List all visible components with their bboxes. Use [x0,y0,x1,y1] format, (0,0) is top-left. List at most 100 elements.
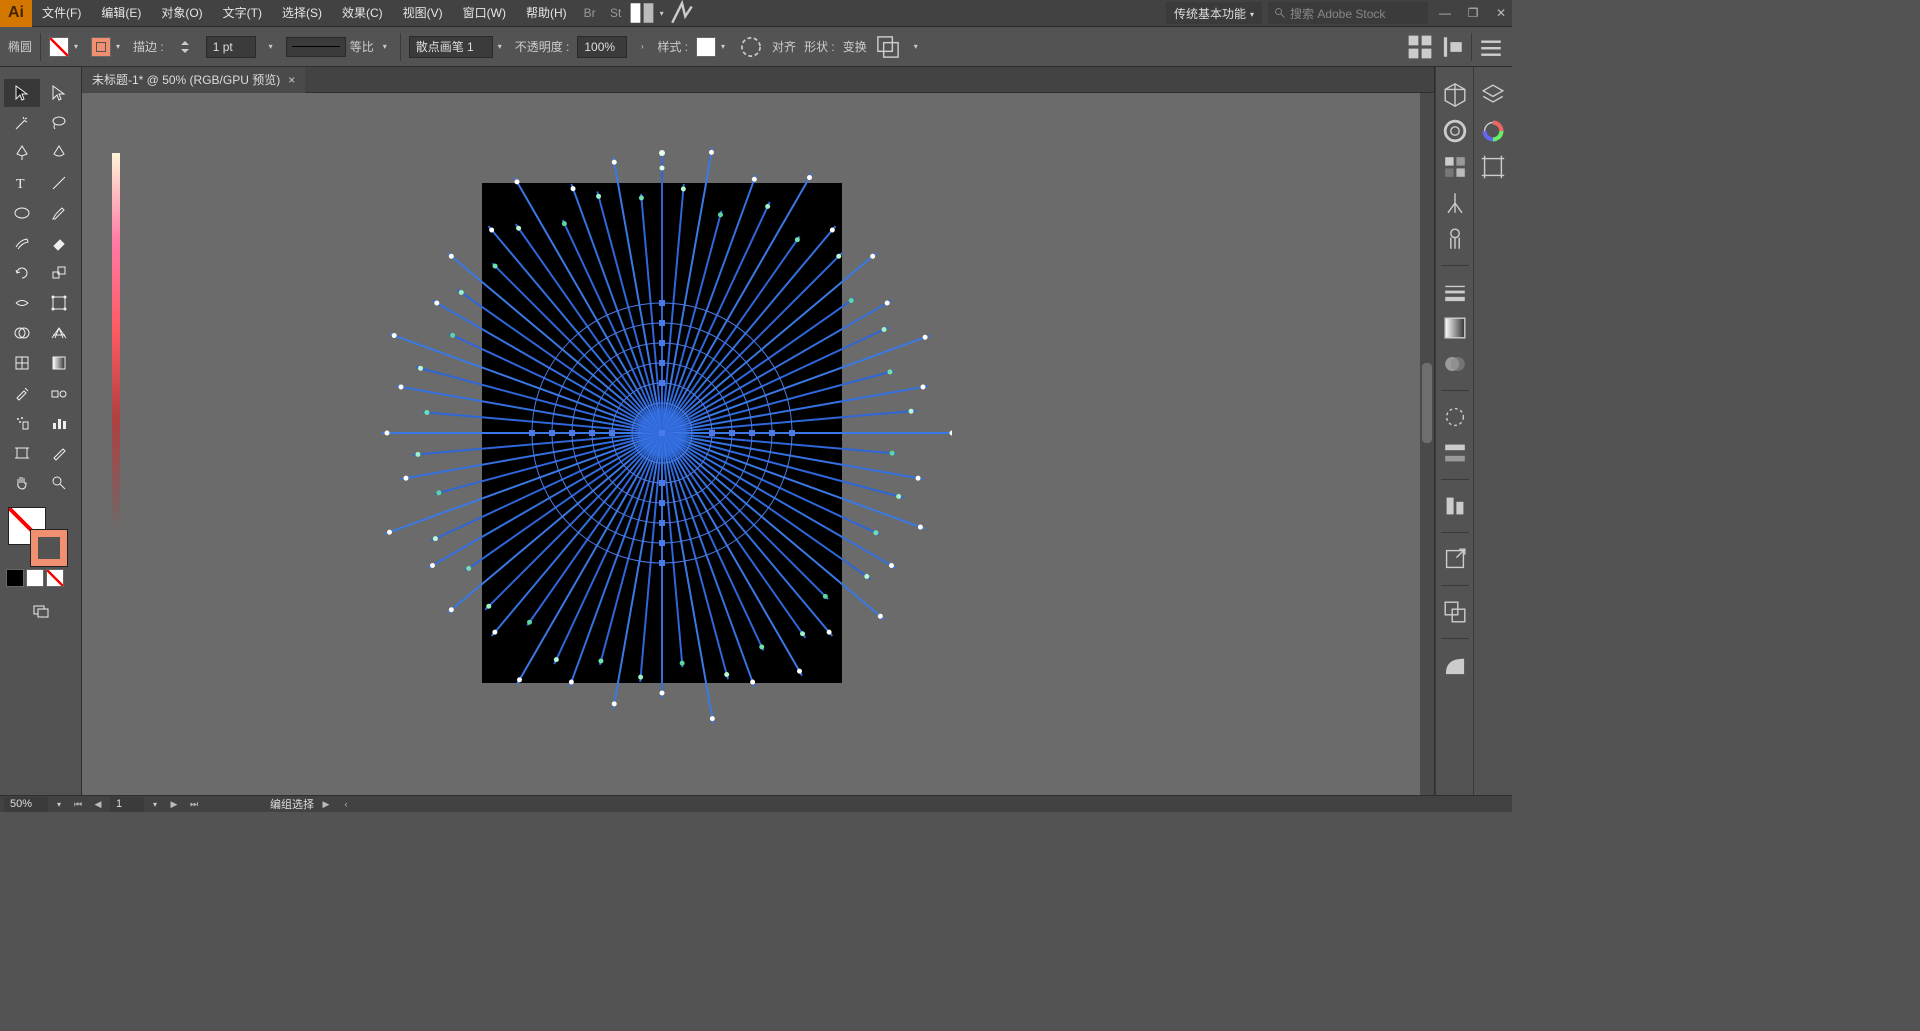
screen-mode-tool[interactable] [32,597,50,625]
line-tool[interactable] [42,169,78,197]
slice-tool[interactable] [42,439,78,467]
canvas[interactable] [82,93,1434,795]
document-tab[interactable]: 未标题-1* @ 50% (RGB/GPU 预览) × [82,67,305,93]
panel-transparency-icon[interactable] [1441,350,1469,378]
menu-view[interactable]: 视图(V) [393,0,453,27]
panel-asset-export-icon[interactable] [1441,545,1469,573]
menu-type[interactable]: 文字(T) [213,0,272,27]
type-tool[interactable]: T [4,169,40,197]
menu-effect[interactable]: 效果(C) [332,0,393,27]
scale-tool[interactable] [42,259,78,287]
shape-label[interactable]: 形状 : [804,38,835,55]
mesh-tool[interactable] [4,349,40,377]
brush-definition[interactable]: 散点画笔 1 [409,36,507,58]
panel-swatches-icon[interactable] [1441,153,1469,181]
artboard-dropdown[interactable] [148,794,162,814]
ellipse-tool[interactable] [4,199,40,227]
color-mode-none[interactable] [46,569,64,587]
window-close-icon[interactable]: ✕ [1490,2,1512,24]
color-mode-gradient[interactable] [26,569,44,587]
artboard-next-icon[interactable]: ▶ [166,797,182,812]
panel-artboards-icon[interactable] [1479,153,1507,181]
eyedropper-tool[interactable] [4,379,40,407]
close-tab-icon[interactable]: × [288,73,295,87]
artboard-prev-icon[interactable]: ◀ [90,797,106,812]
align-label[interactable]: 对齐 [772,38,796,55]
variable-width-profile[interactable]: 等比 [286,37,392,57]
transform-panel-icon[interactable] [875,34,901,60]
curvature-tool[interactable] [42,139,78,167]
opacity-input[interactable]: 100% [577,36,627,58]
symbol-sprayer-tool[interactable] [4,409,40,437]
stroke-swatch[interactable] [91,37,125,57]
stroke-weight-dropdown[interactable] [264,37,278,57]
workspace-switcher[interactable]: 传统基本功能 [1166,2,1262,24]
artboard-last-icon[interactable]: ⏭ [186,797,202,812]
panel-stroke-icon[interactable] [1441,278,1469,306]
gradient-annotator[interactable] [112,153,120,533]
selection-tool[interactable] [4,79,40,107]
shape-builder-tool[interactable] [4,319,40,347]
menu-object[interactable]: 对象(O) [151,0,212,27]
panel-color-icon[interactable] [1479,117,1507,145]
zoom-level[interactable]: 50% [4,797,48,812]
panel-gradient-icon[interactable] [1441,314,1469,342]
menu-file[interactable]: 文件(F) [32,0,91,27]
width-tool[interactable] [4,289,40,317]
shaper-tool[interactable] [4,229,40,257]
hscroll-left-icon[interactable]: ‹ [338,797,354,812]
recolor-artwork-icon[interactable] [738,34,764,60]
eraser-tool[interactable] [42,229,78,257]
fill-swatch[interactable] [49,37,83,57]
status-menu-icon[interactable]: ▶ [318,797,334,812]
menu-edit[interactable]: 编辑(E) [91,0,151,27]
artboard-first-icon[interactable]: ⏮ [70,797,86,812]
panel-cc-libraries-icon[interactable] [1441,117,1469,145]
align-to-icon[interactable] [1439,34,1465,60]
window-restore-icon[interactable]: ❐ [1462,2,1484,24]
stroke-indicator[interactable] [30,529,68,567]
panel-layers-icon[interactable] [1479,81,1507,109]
hand-tool[interactable] [4,469,40,497]
pen-tool[interactable] [4,139,40,167]
menu-window[interactable]: 窗口(W) [453,0,516,27]
stroke-weight-stepper[interactable] [172,34,198,60]
panel-symbols-icon[interactable] [1441,225,1469,253]
scrollbar-thumb[interactable] [1422,363,1432,443]
stock-icon[interactable]: St [603,0,629,26]
free-transform-tool[interactable] [42,289,78,317]
graphic-style[interactable] [696,37,730,57]
arrange-docs-icon[interactable] [629,0,655,26]
gradient-tool[interactable] [42,349,78,377]
fill-stroke-indicator[interactable] [0,505,81,565]
arrange-docs-dropdown[interactable] [655,3,669,23]
bridge-icon[interactable]: Br [577,0,603,26]
transform-label[interactable]: 变换 [843,38,867,55]
panel-graphic-styles-icon[interactable] [1441,439,1469,467]
window-minimize-icon[interactable]: — [1434,2,1456,24]
menu-select[interactable]: 选择(S) [272,0,332,27]
column-graph-tool[interactable] [42,409,78,437]
stroke-weight-input[interactable]: 1 pt [206,36,256,58]
transform-dropdown[interactable] [909,37,923,57]
panel-brushes-icon[interactable] [1441,189,1469,217]
menu-help[interactable]: 帮助(H) [516,0,577,27]
artboard-number[interactable]: 1 [110,797,144,812]
magic-wand-tool[interactable] [4,109,40,137]
panel-pathfinder-icon[interactable] [1441,598,1469,626]
panel-appearance-icon[interactable] [1441,403,1469,431]
artboard-tool[interactable] [4,439,40,467]
panel-align-icon[interactable] [1441,492,1469,520]
panel-properties-icon[interactable] [1441,651,1469,679]
zoom-dropdown[interactable] [52,794,66,814]
opacity-dropdown[interactable]: › [635,37,649,57]
color-mode-fill[interactable] [6,569,24,587]
perspective-grid-tool[interactable] [42,319,78,347]
rotate-tool[interactable] [4,259,40,287]
isolate-group-icon[interactable] [1407,34,1433,60]
lasso-tool[interactable] [42,109,78,137]
panel-3d-icon[interactable] [1441,81,1469,109]
direct-selection-tool[interactable] [42,79,78,107]
paintbrush-tool[interactable] [42,199,78,227]
vertical-scrollbar[interactable] [1420,93,1434,795]
